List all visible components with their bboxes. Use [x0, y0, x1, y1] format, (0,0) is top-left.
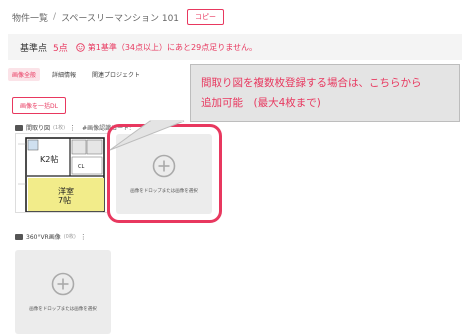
callout-line-2: 追加可能 (最大4枚まで)	[201, 97, 321, 109]
callout-annotation: 間取り図を複数枚登録する場合は、こちらから 追加可能 (最大4枚まで)	[190, 64, 460, 122]
callout-pointer	[109, 120, 185, 151]
callout-line-1: 間取り図を複数枚登録する場合は、こちらから	[201, 77, 422, 89]
